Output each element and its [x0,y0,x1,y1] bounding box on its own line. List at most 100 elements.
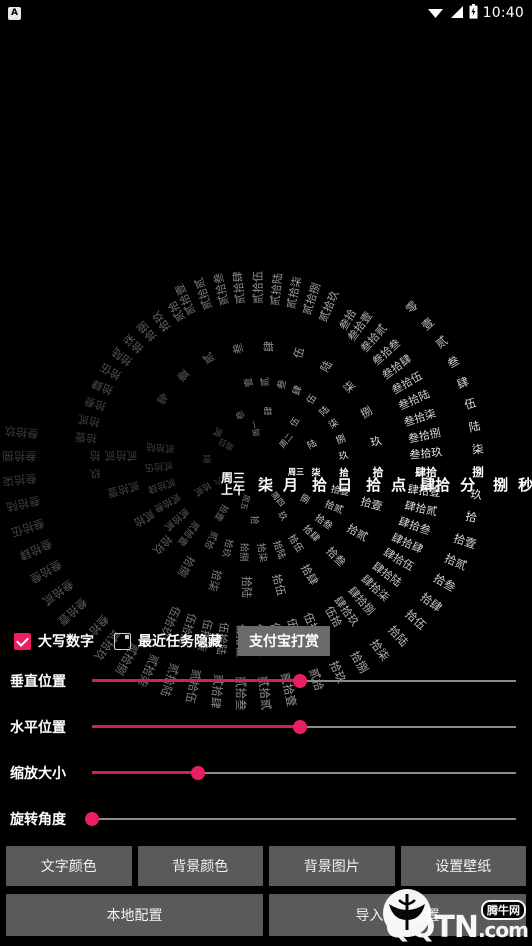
ring-label: 伍 [305,392,320,407]
ring-label: 玖 [275,510,289,524]
ring-label: 叁 [444,353,462,371]
ring-label: 贰拾肆 [231,270,248,305]
slider-label-vertical-position: 垂直位置 [10,674,66,690]
ring-label: 拾 [248,515,259,525]
slider-label-horizontal-position: 水平位置 [10,720,66,736]
status-bar-right: 10:40 [427,3,524,23]
ring-label: 捌 [334,433,348,448]
ring-label: 零 [402,298,421,317]
ring-label: 陆 [306,438,320,452]
button-buttons_row1-0[interactable]: 文字颜色 [6,846,132,886]
ring-label: 柒 [327,417,342,432]
slider-row-scale-size: 缩放大小 [0,750,532,796]
ring-label: 拾 [464,509,479,526]
slider-fill-scale-size [92,771,198,774]
slider-row-rotation-angle: 旋转角度 [0,796,532,842]
checkbox-row: 大写数字 最近任务隐藏 支付宝打赏 [0,624,532,658]
ring-label: 肆 [264,406,275,416]
center-token-3: 日 [337,475,353,494]
ring-label: 玖 [338,450,350,464]
ring-label: 拾玖 [218,537,235,559]
slider-label-rotation-angle: 旋转角度 [10,812,66,828]
center-token-5: 点 [391,475,407,494]
ring-label: 肆 [291,384,305,397]
button-buttons_row1-3[interactable]: 设置壁纸 [400,846,526,886]
slider-track-rotation-angle[interactable] [92,818,516,820]
ring-label: 贰拾陆 [146,440,176,455]
ring-label: 拾捌 [175,553,198,580]
qqtn-watermark: QQTN.com 腾牛网 [383,889,529,944]
slider-thumb-rotation-angle[interactable] [85,812,99,826]
ring-label: 伍 [291,345,307,360]
ring-label: 拾壹 [359,494,384,514]
checkbox-uppercase-numbers-label: 大写数字 [38,634,94,650]
ring-label: 壹 [418,315,437,334]
ring-label: 拾肆 [417,589,445,615]
alipay-donate-button[interactable]: 支付宝打赏 [238,626,330,656]
status-bar: A 10:40 [0,0,532,26]
slider-row-vertical-position: 垂直位置 [0,658,532,704]
ring-label: 叁拾玖 [3,423,40,441]
ring-label: 周日 [217,436,236,452]
checkbox-hide-recent-tasks-label: 最近任务隐藏 [138,634,222,650]
slider-label-scale-size: 缩放大小 [10,766,66,782]
slider-thumb-scale-size[interactable] [191,766,205,780]
ring-label: 捌 [358,404,375,421]
ring-label: 贰 [200,349,218,366]
center-token-8: 捌 [493,475,509,494]
slider-horizontal-position[interactable] [92,716,516,738]
center-token-0: 柒 [258,475,274,494]
ring-label: 柒 [471,441,485,457]
wifi-icon [427,4,444,23]
watermark-badge: 腾牛网 [481,900,526,920]
slider-fill-horizontal-position [92,725,300,728]
ring-label: 贰拾伍 [251,271,265,304]
slider-rotation-angle[interactable] [85,808,516,830]
ring-label: 玖 [369,434,384,450]
controls-panel: 大写数字 最近任务隐藏 支付宝打赏 垂直位置 水平位置 缩放大小 旋转角度 文字颜色背… [0,624,532,946]
ring-label: 贰 [432,333,450,352]
checkbox-hide-recent-tasks[interactable]: 最近任务隐藏 [114,631,222,651]
ring-label: 拾贰 [344,521,371,544]
ring-label: 拾伍 [269,572,288,598]
ring-label: 拾壹 [74,430,98,446]
ring-label: 壹 [242,376,256,389]
status-bar-left: A [8,6,21,20]
slider-vertical-position[interactable] [92,670,516,692]
ring-label: 拾柒 [254,542,269,564]
ring-label: 叁拾捌 [2,449,37,463]
cellular-signal-icon [449,4,464,23]
ring-label: 陆 [318,358,335,375]
slider-scale-size[interactable] [92,762,516,784]
button-buttons_row2-0[interactable]: 本地配置 [6,894,263,936]
checkbox-uppercase-numbers[interactable]: 大写数字 [14,631,94,651]
ring-label: 肆 [454,374,471,392]
center-token-2: 拾 [312,475,328,494]
button-buttons_row1-2[interactable]: 背景图片 [269,846,395,886]
ring-label: 叁拾玖 [408,445,443,463]
center-week-ampm: 周三 上午 [218,472,248,496]
ring-label: 周二 [277,431,295,450]
ring-label: 拾陆 [240,576,253,598]
center-token-6: 肆拾 [420,475,451,494]
status-bar-clock: 10:40 [482,5,524,21]
button-buttons_row1-1[interactable]: 背景颜色 [137,846,263,886]
slider-thumb-horizontal-position[interactable] [292,720,307,734]
app-root: A 10:40 零壹贰叁肆伍陆柒捌玖拾拾壹 拾贰 拾叁 拾肆 拾伍 拾陆 拾柒 拾捌 拾玖 贰拾贰… [0,0,532,946]
ring-label: 周一 [249,419,262,437]
ring-label: 伍 [462,395,478,413]
ring-label: 拾叁 [323,544,349,570]
center-token-7: 分 [460,475,476,494]
ring-label: 叁拾伍 [9,515,47,540]
ring-label: 叁 [230,341,246,356]
ring-label: 拾捌 [237,542,250,562]
ring-label: 叁 [276,378,289,391]
slider-thumb-vertical-position[interactable] [292,674,307,688]
checkbox-hide-recent-tasks-box[interactable] [114,632,131,650]
center-token-1: 月 [283,475,299,494]
ring-label: 肆 [262,341,276,352]
ring-label: 柒 [341,378,359,396]
checkbox-uppercase-numbers-box[interactable] [14,632,31,650]
ring-label: 伍 [289,415,303,429]
ring-label: 零 [154,389,171,407]
